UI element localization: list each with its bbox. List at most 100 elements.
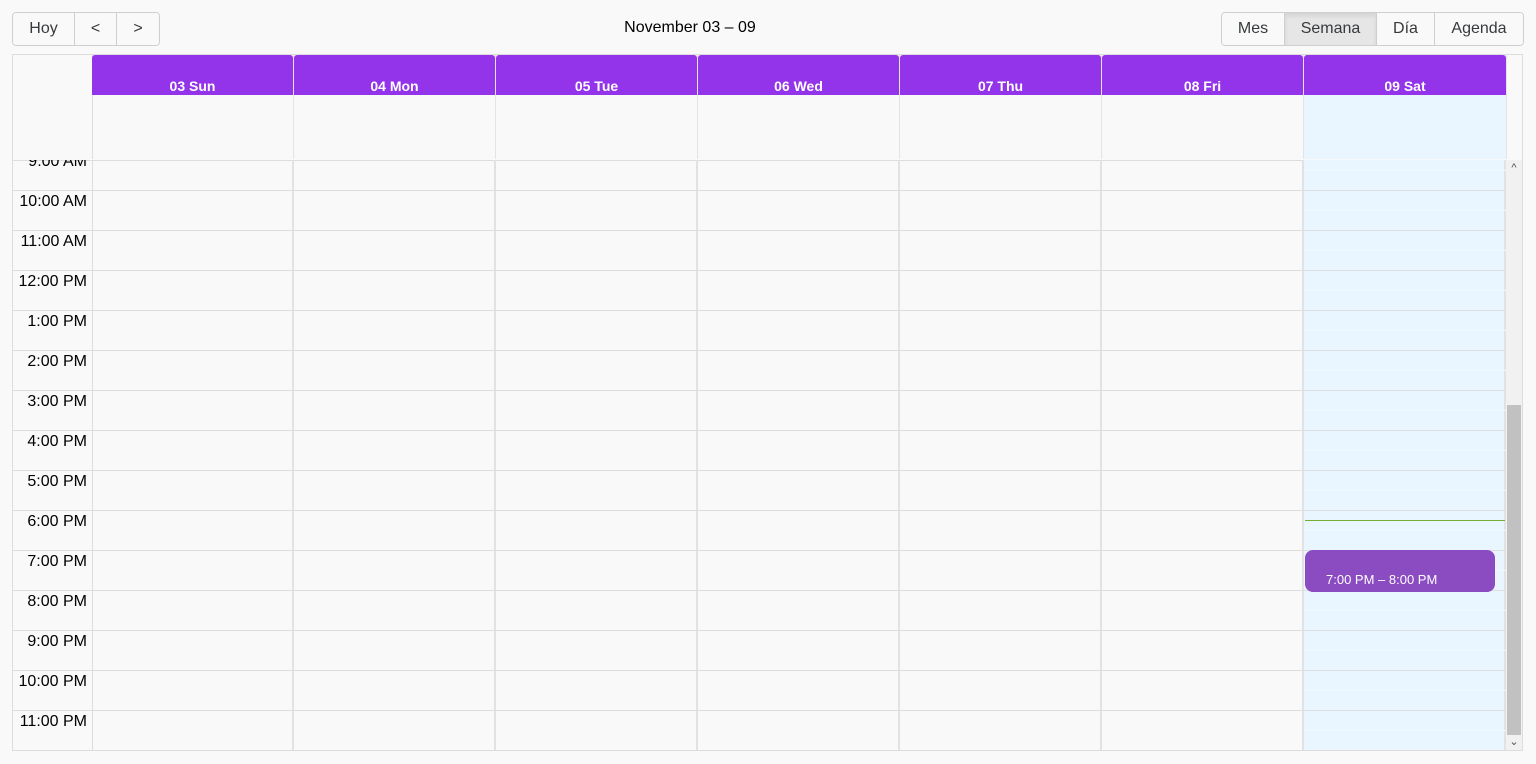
half-hour-grid-line (1304, 370, 1506, 371)
vertical-scrollbar[interactable]: ^ ⌄ (1506, 160, 1522, 750)
time-slot-label: 10:00 PM (18, 673, 87, 690)
day-header-sun[interactable]: 03 Sun (92, 55, 294, 159)
day-header-label: 03 Sun (92, 55, 293, 95)
hour-grid-line (92, 710, 1506, 711)
time-slot-label: 5:00 PM (27, 473, 87, 490)
hour-grid-line (92, 630, 1506, 631)
calendar-header: 03 Sun 04 Mon 05 Tue 06 Wed 07 Thu 08 Fr… (13, 55, 1522, 161)
half-hour-grid-line (1304, 530, 1506, 531)
gutter-hour-line (13, 270, 92, 271)
navigation-button-group: Hoy < > (12, 12, 160, 46)
day-column-mon[interactable] (294, 160, 496, 750)
time-grid: 9:00 AM 10:00 AM 11:00 AM 12:00 PM 1:00 PM 2:… (13, 160, 1522, 750)
back-button[interactable]: < (75, 13, 117, 45)
current-time-indicator (1305, 520, 1505, 521)
hour-grid-line (92, 390, 1506, 391)
scrollbar-thumb[interactable] (1507, 405, 1521, 735)
week-calendar: 03 Sun 04 Mon 05 Tue 06 Wed 07 Thu 08 Fr… (12, 54, 1523, 751)
half-hour-grid-line (1304, 610, 1506, 611)
half-hour-grid-line (1304, 650, 1506, 651)
time-slot-label: 7:00 PM (27, 553, 87, 570)
time-slot-label: 8:00 PM (27, 593, 87, 610)
hour-grid-line (92, 470, 1506, 471)
view-agenda-button[interactable]: Agenda (1435, 13, 1523, 45)
time-slot-label: 12:00 PM (18, 273, 87, 290)
hour-grid-line (92, 190, 1506, 191)
day-header-tue[interactable]: 05 Tue (496, 55, 698, 159)
day-header-mon[interactable]: 04 Mon (294, 55, 496, 159)
gutter-hour-line (13, 710, 92, 711)
calendar-page: Hoy < > November 03 – 09 Mes Semana Día … (0, 0, 1536, 764)
gutter-hour-line (13, 590, 92, 591)
day-header-label: 08 Fri (1102, 55, 1303, 95)
time-slot-label: 2:00 PM (27, 353, 87, 370)
day-column-fri[interactable] (1102, 160, 1304, 750)
hour-grid-line (92, 550, 1506, 551)
hour-grid-line (92, 430, 1506, 431)
day-header-label: 09 Sat (1304, 55, 1506, 95)
today-button[interactable]: Hoy (13, 13, 75, 45)
hour-grid-line (92, 350, 1506, 351)
day-column-tue[interactable] (496, 160, 698, 750)
gutter-hour-line (13, 390, 92, 391)
half-hour-grid-line (1304, 250, 1506, 251)
half-hour-grid-line (1304, 410, 1506, 411)
view-day-button[interactable]: Día (1377, 13, 1435, 45)
half-hour-grid-line (1304, 730, 1506, 731)
day-header-thu[interactable]: 07 Thu (900, 55, 1102, 159)
day-header-fri[interactable]: 08 Fri (1102, 55, 1304, 159)
gutter-hour-line (13, 190, 92, 191)
half-hour-grid-line (1304, 490, 1506, 491)
calendar-event[interactable]: 7:00 PM – 8:00 PM (1305, 550, 1495, 592)
hour-grid-line (92, 510, 1506, 511)
half-hour-grid-line (1304, 210, 1506, 211)
gutter-hour-line (13, 230, 92, 231)
day-column-sat[interactable] (1304, 160, 1506, 750)
half-hour-grid-line (1304, 450, 1506, 451)
hour-grid-line (92, 590, 1506, 591)
time-slot-label: 9:00 AM (28, 160, 87, 170)
day-column-sun[interactable] (92, 160, 294, 750)
gutter-hour-line (13, 310, 92, 311)
gutter-hour-line (13, 470, 92, 471)
half-hour-grid-line (1304, 170, 1506, 171)
day-column-wed[interactable] (698, 160, 900, 750)
time-gutter-header (13, 55, 93, 159)
event-time-label: 7:00 PM – 8:00 PM (1326, 572, 1438, 587)
day-header-wed[interactable]: 06 Wed (698, 55, 900, 159)
date-range-label: November 03 – 09 (624, 19, 756, 36)
view-month-button[interactable]: Mes (1222, 13, 1285, 45)
day-header-label: 07 Thu (900, 55, 1101, 95)
gutter-hour-line (13, 430, 92, 431)
day-header-label: 04 Mon (294, 55, 495, 95)
time-slot-label: 11:00 PM (19, 713, 87, 730)
half-hour-grid-line (1304, 290, 1506, 291)
chevron-up-icon[interactable]: ^ (1506, 160, 1522, 176)
next-button[interactable]: > (117, 13, 159, 45)
gutter-hour-line (13, 630, 92, 631)
gutter-hour-line (13, 670, 92, 671)
day-header-label: 05 Tue (496, 55, 697, 95)
time-slot-label: 9:00 PM (27, 633, 87, 650)
view-button-group: Mes Semana Día Agenda (1221, 12, 1524, 46)
gutter-hour-line (13, 350, 92, 351)
gutter-hour-line (13, 550, 92, 551)
day-header-label: 06 Wed (698, 55, 899, 95)
half-hour-grid-line (1304, 690, 1506, 691)
time-slot-label: 11:00 AM (20, 233, 87, 250)
hour-grid-line (92, 270, 1506, 271)
time-slot-label: 4:00 PM (27, 433, 87, 450)
hour-grid-line (92, 310, 1506, 311)
hour-grid-line (92, 230, 1506, 231)
day-header-sat[interactable]: 09 Sat (1304, 55, 1507, 159)
half-hour-grid-line (1304, 330, 1506, 331)
time-slot-label: 10:00 AM (19, 193, 87, 210)
time-slot-label: 3:00 PM (27, 393, 87, 410)
day-column-thu[interactable] (900, 160, 1102, 750)
time-slot-label: 6:00 PM (27, 513, 87, 530)
gutter-hour-line (13, 510, 92, 511)
view-week-button[interactable]: Semana (1285, 13, 1377, 45)
hour-grid-line (92, 670, 1506, 671)
chevron-down-icon[interactable]: ⌄ (1506, 734, 1522, 750)
time-slot-label: 1:00 PM (27, 313, 87, 330)
